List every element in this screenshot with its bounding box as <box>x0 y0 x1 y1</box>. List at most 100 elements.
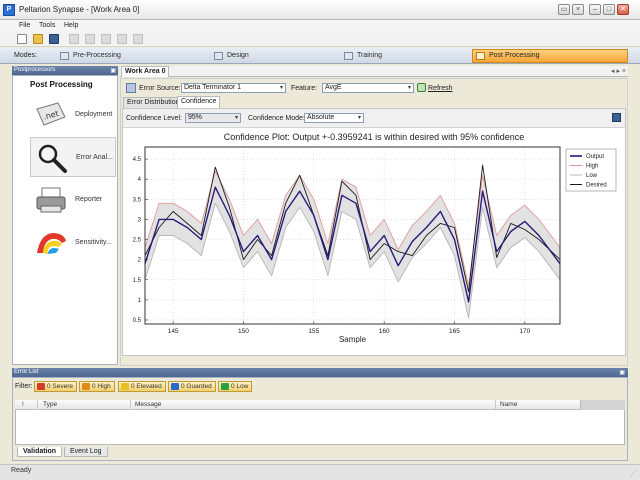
minimize-button[interactable]: – <box>589 4 601 15</box>
magnifier-icon <box>38 144 67 173</box>
save-plot-icon[interactable] <box>612 113 621 122</box>
y-tick-label: 0.5 <box>133 318 142 324</box>
confidence-mode-value: Absolute <box>307 114 335 121</box>
column-header-message[interactable]: Message <box>135 401 161 408</box>
post-processing-icon <box>476 52 485 60</box>
status-bar <box>0 464 640 480</box>
mode-training[interactable]: Training <box>340 49 460 63</box>
tab-validation[interactable]: Validation <box>17 447 63 457</box>
maximize-button[interactable]: □ <box>603 4 615 15</box>
filter-severe[interactable]: 0 Severe <box>34 381 78 392</box>
undo-icon[interactable] <box>117 34 127 44</box>
status-text: Ready <box>11 467 32 474</box>
error-source-select[interactable]: Delta Terminator 1 ▾ <box>181 83 286 93</box>
guarded-icon <box>171 383 179 390</box>
confidence-mode-select[interactable]: Absolute ▾ <box>304 113 364 123</box>
menu-tools[interactable]: Tools <box>39 22 55 29</box>
x-tick-label: 165 <box>449 328 460 335</box>
y-tick-label: 2.5 <box>133 238 142 244</box>
filter-label-text: 0 Guarded <box>181 383 212 390</box>
chevron-down-icon: ▾ <box>357 115 361 121</box>
column-header-type[interactable]: Type <box>43 401 57 408</box>
error-source-label: Error Source: <box>139 85 181 92</box>
confidence-mode-label: Confidence Mode: <box>248 115 305 122</box>
mode-post-processing[interactable]: Post Processing <box>472 49 628 63</box>
postprocessor-reporter[interactable]: Reporter <box>30 180 116 220</box>
refresh-button[interactable]: Refresh <box>428 85 453 92</box>
tab-nav-icons[interactable]: ◂ ▸ × <box>611 67 626 75</box>
grid-scroll-header <box>580 400 625 410</box>
menu-bar: File Tools Help <box>0 20 640 32</box>
column-header-name[interactable]: Name <box>500 401 517 408</box>
y-tick-label: 3 <box>138 217 142 223</box>
open-folder-icon[interactable] <box>33 34 43 44</box>
x-axis-label: Sample <box>339 335 367 343</box>
redo-icon[interactable] <box>133 34 143 44</box>
high-icon <box>82 383 90 390</box>
y-tick-label: 1 <box>138 298 142 304</box>
postprocessors-title: Postprocessors <box>14 67 56 73</box>
printer-icon <box>36 187 66 213</box>
restore-mdi-icon[interactable]: ▭ <box>558 4 570 15</box>
column-separator <box>37 400 38 410</box>
y-tick-label: 4 <box>138 177 142 183</box>
copy-icon[interactable] <box>85 34 95 44</box>
modes-bar: Modes: Pre-Processing Design Training Po… <box>0 48 640 64</box>
filter-elevated[interactable]: 0 Elevated <box>118 381 166 392</box>
column-separator <box>130 400 131 410</box>
tab-error-distribution[interactable]: Error Distribution <box>123 97 184 108</box>
y-tick-label: 1.5 <box>133 278 142 284</box>
feature-label: Feature: <box>291 85 318 92</box>
low-icon <box>221 383 229 390</box>
title-bar: P Peltarion Synapse - [Work Area 0] ▭ × … <box>0 0 640 20</box>
postprocessor-deployment[interactable]: .net Deployment <box>30 95 116 135</box>
cut-icon[interactable] <box>69 34 79 44</box>
menu-help[interactable]: Help <box>64 22 78 29</box>
y-tick-label: 3.5 <box>133 197 142 203</box>
mode-label: Design <box>227 52 249 59</box>
column-header-severity[interactable]: ! <box>22 401 24 408</box>
error-source-icon <box>126 83 136 93</box>
window-title: Peltarion Synapse - [Work Area 0] <box>19 5 140 14</box>
confidence-level-select[interactable]: 95% ▾ <box>185 113 241 123</box>
tab-event-log[interactable]: Event Log <box>64 447 108 457</box>
elevated-icon <box>121 383 129 390</box>
filter-label-text: 0 Low <box>231 383 249 390</box>
app-icon: P <box>3 4 15 16</box>
design-icon <box>214 52 223 60</box>
pre-processing-icon <box>60 52 69 60</box>
postprocessor-sensitivity[interactable]: Sensitivity... <box>30 223 116 263</box>
filter-low[interactable]: 0 Low <box>218 381 253 392</box>
close-button[interactable]: ✕ <box>617 4 629 15</box>
mode-label: Pre-Processing <box>73 52 121 59</box>
toolbar <box>0 32 640 47</box>
mode-label: Post Processing <box>489 52 540 59</box>
error-list-header: Error List ▣ <box>12 368 628 377</box>
mode-design[interactable]: Design <box>210 49 330 63</box>
tab-work-area[interactable]: Work Area 0 <box>121 66 170 77</box>
postprocessor-error-analysis[interactable]: Error Anal... <box>30 137 116 177</box>
resize-grip-icon[interactable]: ⋰ <box>630 470 636 477</box>
menu-file[interactable]: File <box>19 22 30 29</box>
tab-confidence[interactable]: Confidence <box>177 96 221 108</box>
postprocessor-label: Reporter <box>75 196 103 203</box>
feature-value: AvgE <box>325 84 342 91</box>
legend-label: Desired <box>586 183 607 189</box>
postprocessor-label: Deployment <box>75 111 113 118</box>
legend-label: Output <box>586 154 604 160</box>
chevron-down-icon: ▾ <box>279 85 283 91</box>
confidence-level-value: 95% <box>188 114 203 121</box>
refresh-icon[interactable] <box>417 83 426 92</box>
filter-guarded[interactable]: 0 Guarded <box>168 381 216 392</box>
chevron-down-icon: ▾ <box>407 85 411 91</box>
close-mdi-icon[interactable]: × <box>572 4 584 15</box>
paste-icon[interactable] <box>101 34 111 44</box>
legend-label: High <box>586 164 598 170</box>
document-tabbar <box>120 66 628 77</box>
new-file-icon[interactable] <box>17 34 27 44</box>
legend-label: Low <box>586 173 598 179</box>
save-disk-icon[interactable] <box>49 34 59 44</box>
filter-high[interactable]: 0 High <box>79 381 115 392</box>
mode-pre-processing[interactable]: Pre-Processing <box>56 49 196 63</box>
feature-select[interactable]: AvgE ▾ <box>322 83 414 93</box>
